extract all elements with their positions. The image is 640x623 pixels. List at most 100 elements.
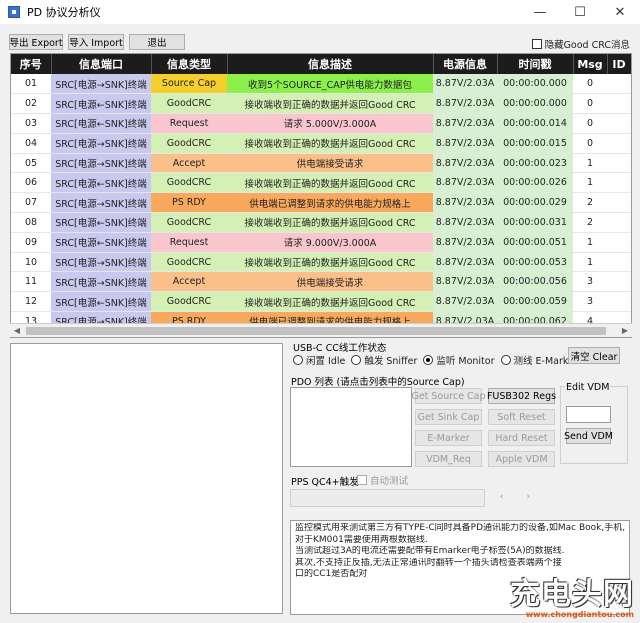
close-button[interactable]: ✕ — [600, 0, 640, 24]
cell-desc: 供电端接受请求 — [227, 271, 433, 293]
auto-test-label: 自动测试 — [370, 476, 409, 487]
cell-time: 00:00:00.014 — [497, 113, 573, 134]
col-header-port[interactable]: 信息端口 — [51, 54, 152, 74]
table-row[interactable]: 12 SRC[电源←SNK]终端 GoodCRC 接收端收到正确的数据并返回Good … — [11, 291, 631, 313]
hide-goodcrc-option[interactable]: 隐藏Good CRC消息 — [531, 37, 630, 51]
cell-msg: 3 — [573, 291, 607, 313]
table-row[interactable]: 03 SRC[电源←SNK]终端 Request 请求 5.000V/3.000A 8.… — [11, 113, 631, 134]
minimize-button[interactable]: — — [520, 0, 560, 24]
cell-port: SRC[电源→SNK]终端 — [51, 252, 151, 273]
cell-type: GoodCRC — [151, 172, 227, 194]
message-table: 序号 信息端口 信息类型 信息描述 电源信息 时间戳 Msg ID 01 SRC[… — [10, 53, 632, 338]
col-header-power[interactable]: 电源信息 — [433, 54, 498, 74]
cell-id — [607, 113, 631, 134]
pps-arrows[interactable]: ‹ › — [500, 492, 540, 502]
e-marker-button[interactable]: E-Marker — [415, 430, 482, 446]
edit-vdm-group — [560, 386, 628, 464]
send-vdm-button[interactable]: Send VDM — [564, 428, 613, 444]
toolbar: 导出 Export 导入 Import 退出 — [9, 34, 185, 50]
col-header-id[interactable]: ID — [607, 54, 631, 74]
cell-msg: 1 — [573, 252, 607, 273]
cell-desc: 请求 5.000V/3.000A — [227, 113, 433, 134]
radio-sniffer-icon[interactable] — [351, 355, 362, 365]
cell-type: PS RDY — [151, 192, 227, 214]
table-row[interactable]: 10 SRC[电源→SNK]终端 GoodCRC 接收端收到正确的数据并返回Good … — [11, 252, 631, 273]
cell-desc: 接收端收到正确的数据并返回Good CRC — [227, 212, 433, 233]
cell-desc: 接收端收到正确的数据并返回Good CRC — [227, 133, 433, 154]
table-row[interactable]: 06 SRC[电源←SNK]终端 GoodCRC 接收端收到正确的数据并返回Good … — [11, 172, 631, 194]
maximize-button[interactable]: ☐ — [560, 0, 600, 24]
radio-monitor[interactable]: 监听 Monitor — [423, 353, 495, 367]
cell-port: SRC[电源→SNK]终端 — [51, 153, 151, 174]
cell-port: SRC[电源→SNK]终端 — [51, 74, 151, 95]
cell-msg: 3 — [573, 271, 607, 293]
table-row[interactable]: 04 SRC[电源→SNK]终端 GoodCRC 接收端收到正确的数据并返回Good … — [11, 133, 631, 154]
hide-goodcrc-checkbox[interactable] — [531, 39, 542, 49]
cell-type: GoodCRC — [151, 93, 227, 115]
cell-type: Request — [151, 113, 227, 134]
window-title: PD 协议分析仪 — [27, 6, 101, 19]
cell-type: GoodCRC — [151, 252, 227, 273]
col-header-time[interactable]: 时间戳 — [497, 54, 574, 74]
table-row[interactable]: 05 SRC[电源→SNK]终端 Accept 供电端接受请求 8.87V/2.03A 0… — [11, 153, 631, 174]
auto-test-checkbox[interactable] — [357, 475, 367, 485]
radio-sniffer[interactable]: 触发 Sniffer — [351, 353, 417, 367]
scroll-left-icon[interactable]: ◀ — [10, 326, 24, 335]
cell-port: SRC[电源→SNK]终端 — [51, 192, 151, 214]
hide-goodcrc-label: 隐藏Good CRC消息 — [544, 40, 630, 51]
cell-msg: 0 — [573, 113, 607, 134]
cell-time: 00:00:00.015 — [497, 133, 573, 154]
export-button[interactable]: 导出 Export — [9, 34, 63, 50]
app-icon — [8, 6, 20, 18]
col-header-type[interactable]: 信息类型 — [151, 54, 228, 74]
cell-msg: 2 — [573, 212, 607, 233]
vdm-input[interactable] — [566, 406, 611, 423]
edit-vdm-title: Edit VDM — [565, 382, 611, 393]
cell-id — [607, 291, 631, 313]
hard-reset-button[interactable]: Hard Reset — [488, 430, 555, 446]
auto-test-option[interactable]: 自动测试 — [357, 473, 408, 487]
col-header-no[interactable]: 序号 — [11, 54, 52, 74]
table-horizontal-scrollbar[interactable]: ◀ ▶ — [10, 323, 632, 337]
radio-idle-icon[interactable] — [293, 355, 303, 365]
cell-port: SRC[电源←SNK]终端 — [51, 172, 151, 194]
cell-type: Accept — [151, 271, 227, 293]
pdo-list[interactable] — [290, 387, 412, 467]
scroll-thumb[interactable] — [26, 326, 606, 335]
table-row[interactable]: 09 SRC[电源←SNK]终端 Request 请求 9.000V/3.000A 8.… — [11, 232, 631, 253]
cell-port: SRC[电源→SNK]终端 — [51, 133, 151, 154]
fusb302-regs-button[interactable]: FUSB302 Regs — [487, 388, 556, 404]
cell-no: 07 — [11, 192, 51, 214]
table-row[interactable]: 07 SRC[电源→SNK]终端 PS RDY 供电端已调整到请求的供电能力规格上 8.… — [11, 192, 631, 214]
clear-button[interactable]: 清空 Clear — [568, 347, 620, 364]
get-sink-cap-button[interactable]: Get Sink Cap — [415, 409, 482, 425]
scroll-right-icon[interactable]: ▶ — [618, 326, 632, 335]
radio-emarker[interactable]: 测线 E-Marker — [500, 353, 578, 367]
vdm-req-button[interactable]: VDM_Req — [415, 451, 482, 467]
col-header-msg[interactable]: Msg — [573, 54, 608, 74]
table-row[interactable]: 02 SRC[电源←SNK]终端 GoodCRC 接收端收到正确的数据并返回Good … — [11, 93, 631, 115]
cell-time: 00:00:00.051 — [497, 232, 573, 253]
table-body: 01 SRC[电源→SNK]终端 Source Cap 收到5个SOURCE_CAP供… — [11, 74, 631, 332]
log-line: 其次,不支持正反插,无法正常通讯时翻转一个插头请检查表端两个接 — [295, 557, 562, 568]
col-header-desc[interactable]: 信息描述 — [227, 54, 434, 74]
soft-reset-button[interactable]: Soft Reset — [488, 409, 555, 425]
exit-button[interactable]: 退出 — [129, 34, 185, 50]
radio-monitor-icon[interactable] — [423, 355, 434, 365]
get-source-cap-button[interactable]: Get Source Cap — [411, 388, 486, 404]
table-row[interactable]: 08 SRC[电源←SNK]终端 GoodCRC 接收端收到正确的数据并返回Good … — [11, 212, 631, 233]
cell-msg: 2 — [573, 192, 607, 214]
table-row[interactable]: 11 SRC[电源→SNK]终端 Accept 供电端接受请求 8.87V/2.03A 0… — [11, 271, 631, 293]
apple-vdm-button[interactable]: Apple VDM — [488, 451, 555, 467]
import-button[interactable]: 导入 Import — [68, 34, 124, 50]
cell-desc: 收到5个SOURCE_CAP供电能力数据包 — [227, 74, 433, 95]
radio-emarker-icon[interactable] — [500, 355, 511, 365]
radio-idle[interactable]: 闲置 Idle — [293, 353, 345, 367]
table-row[interactable]: 01 SRC[电源→SNK]终端 Source Cap 收到5个SOURCE_CAP供… — [11, 74, 631, 95]
pps-slider[interactable] — [290, 489, 485, 507]
cc-group-title: USB-C CC线工作状态 — [293, 343, 387, 354]
cell-no: 06 — [11, 172, 51, 194]
cell-msg: 0 — [573, 93, 607, 115]
cell-no: 11 — [11, 271, 51, 293]
detail-pane[interactable] — [10, 343, 283, 614]
